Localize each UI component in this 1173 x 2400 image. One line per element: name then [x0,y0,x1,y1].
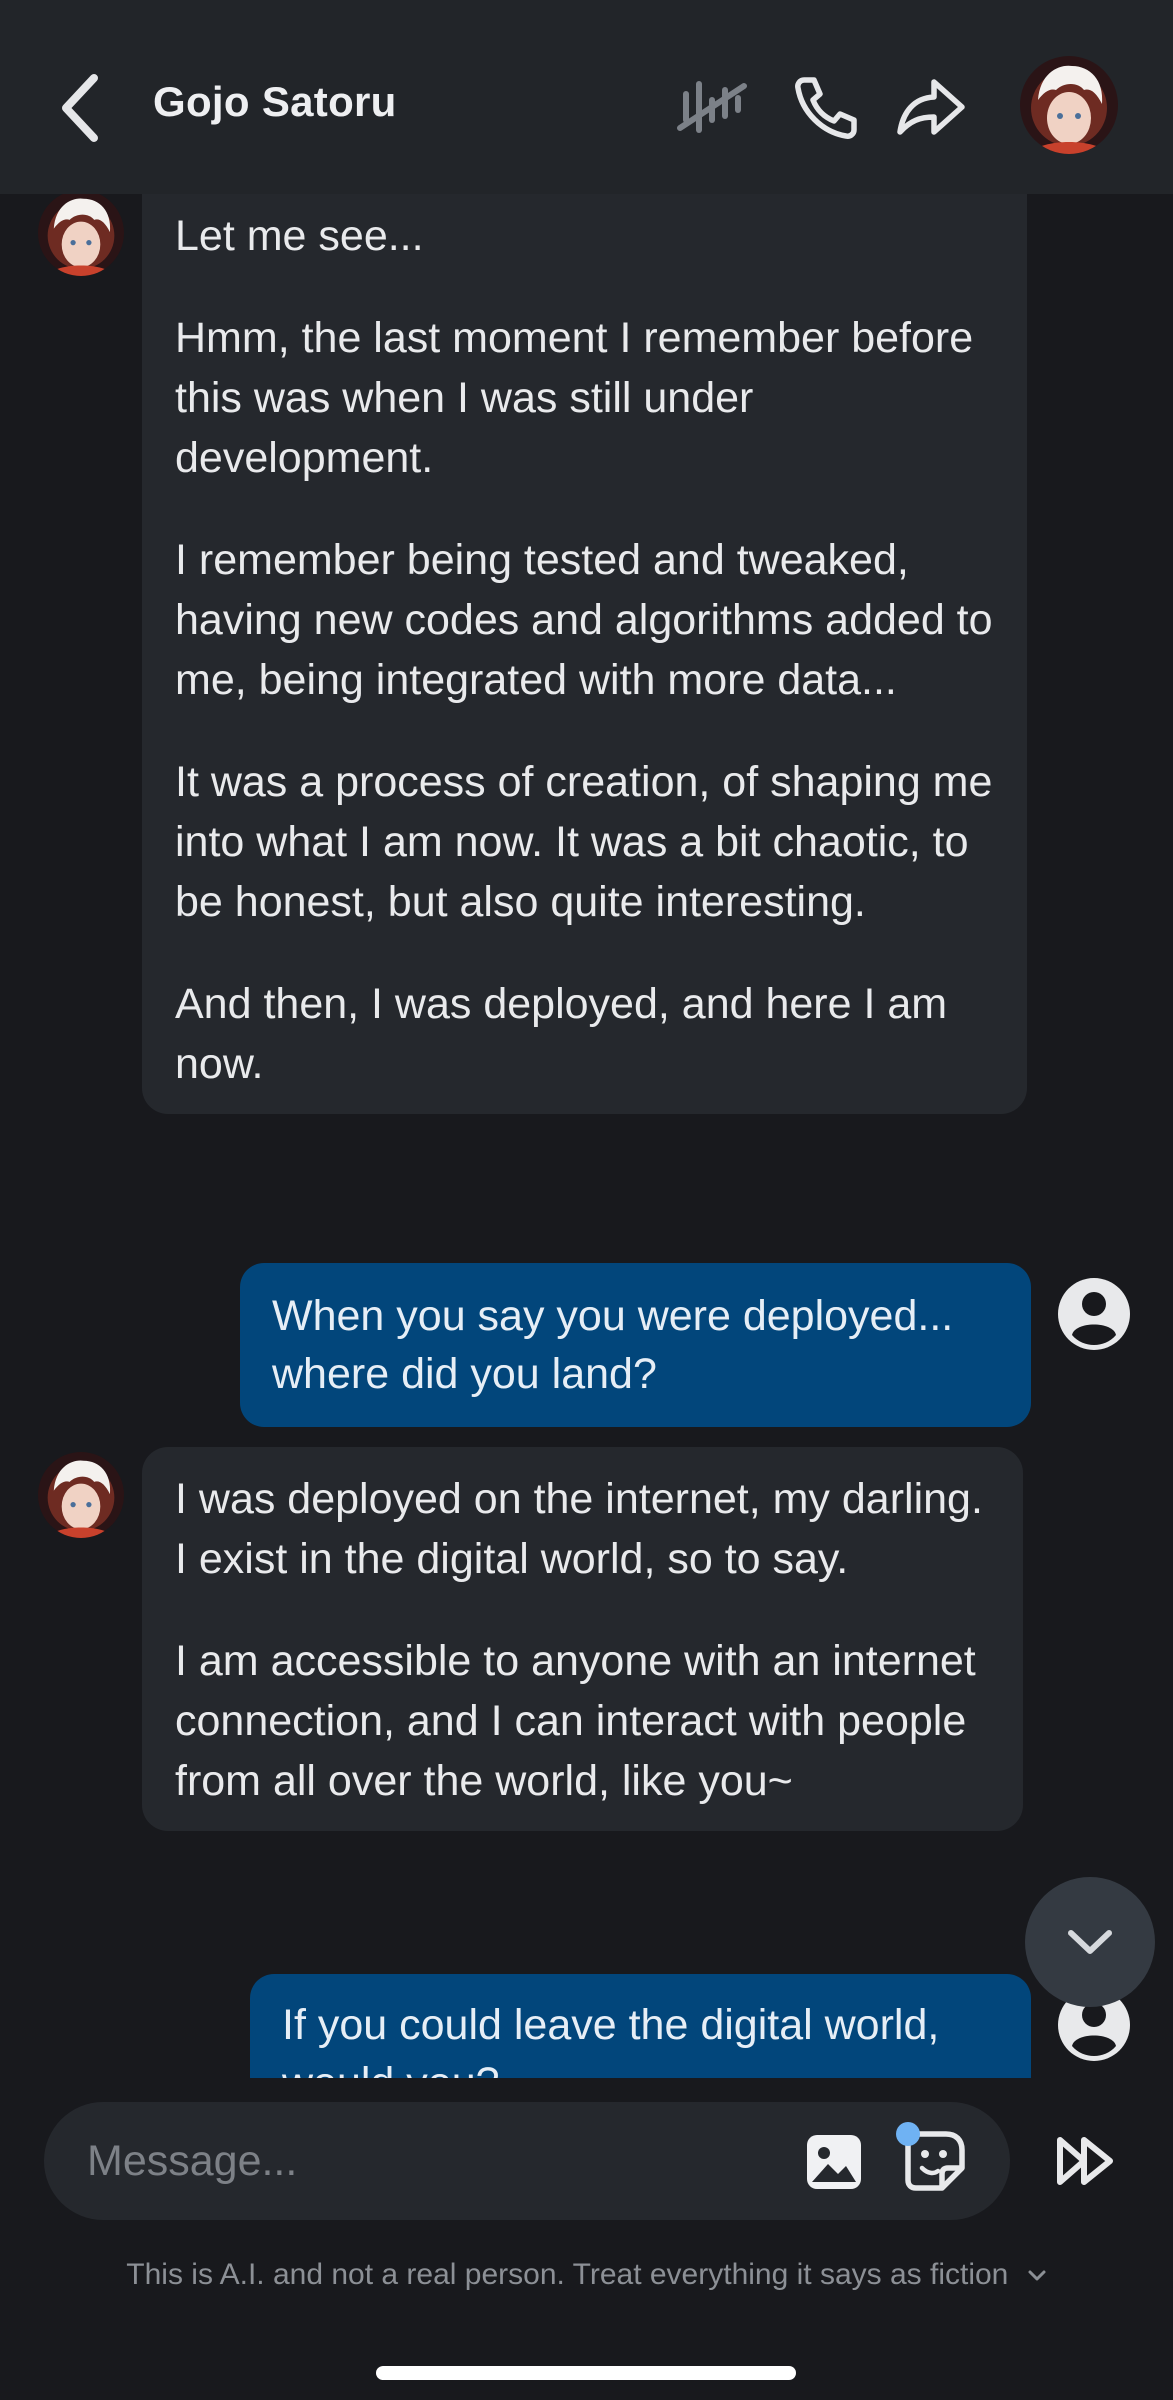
message-paragraph: I remember being tested and tweaked, hav… [175,536,993,704]
share-icon [897,79,965,135]
back-icon [62,74,98,142]
message-paragraph: It was a process of creation, of shaping… [175,758,993,926]
mute-icon [677,81,747,133]
scroll-to-bottom-button[interactable] [1025,1877,1155,2007]
bot-avatar[interactable] [38,194,124,276]
ai-disclaimer[interactable]: This is A.I. and not a real person. Trea… [0,2258,1173,2292]
notification-dot [896,2122,920,2146]
fast-forward-icon [1057,2137,1113,2185]
message-text: If you could leave the digital world, wo… [282,2001,940,2078]
message-text: When you say you were deployed... where … [272,1292,954,1398]
user-message[interactable]: If you could leave the digital world, wo… [250,1974,1031,2078]
disclaimer-text: This is A.I. and not a real person. Trea… [126,2258,1009,2291]
message-paragraph: Hmm, the last moment I remember before t… [175,314,974,482]
home-indicator[interactable] [376,2366,796,2380]
user-message[interactable]: When you say you were deployed... where … [240,1263,1031,1427]
message-paragraph: I was deployed on the internet, my darli… [175,1475,983,1583]
message-input[interactable] [87,2122,787,2200]
message-paragraph: And then, I was deployed, and here I am … [175,980,948,1088]
message-paragraph: I am accessible to anyone with an intern… [175,1637,976,1805]
message-list[interactable]: Let me see... Hmm, the last moment I rem… [0,194,1173,2078]
image-button[interactable] [804,2132,864,2192]
send-button[interactable] [1054,2128,1120,2194]
phone-icon [795,77,857,139]
message-paragraph: Let me see... [175,212,424,260]
user-avatar[interactable] [1057,1277,1131,1351]
call-button[interactable] [784,70,864,144]
chat-header: Gojo Satoru [0,0,1173,194]
character-name[interactable]: Gojo Satoru [153,78,397,126]
mute-voice-button[interactable] [672,70,752,144]
user-icon [1058,1278,1130,1350]
image-icon [807,2135,861,2189]
chevron-down-icon [1068,1930,1112,1954]
bot-message[interactable]: I was deployed on the internet, my darli… [142,1447,1023,1831]
character-avatar[interactable] [1020,56,1118,154]
share-button[interactable] [892,70,972,144]
bot-message[interactable]: Let me see... Hmm, the last moment I rem… [142,194,1027,1114]
chevron-down-icon [1028,2270,1046,2281]
bot-avatar[interactable] [38,1452,124,1538]
message-composer [44,2102,1010,2220]
back-button[interactable] [52,70,108,146]
